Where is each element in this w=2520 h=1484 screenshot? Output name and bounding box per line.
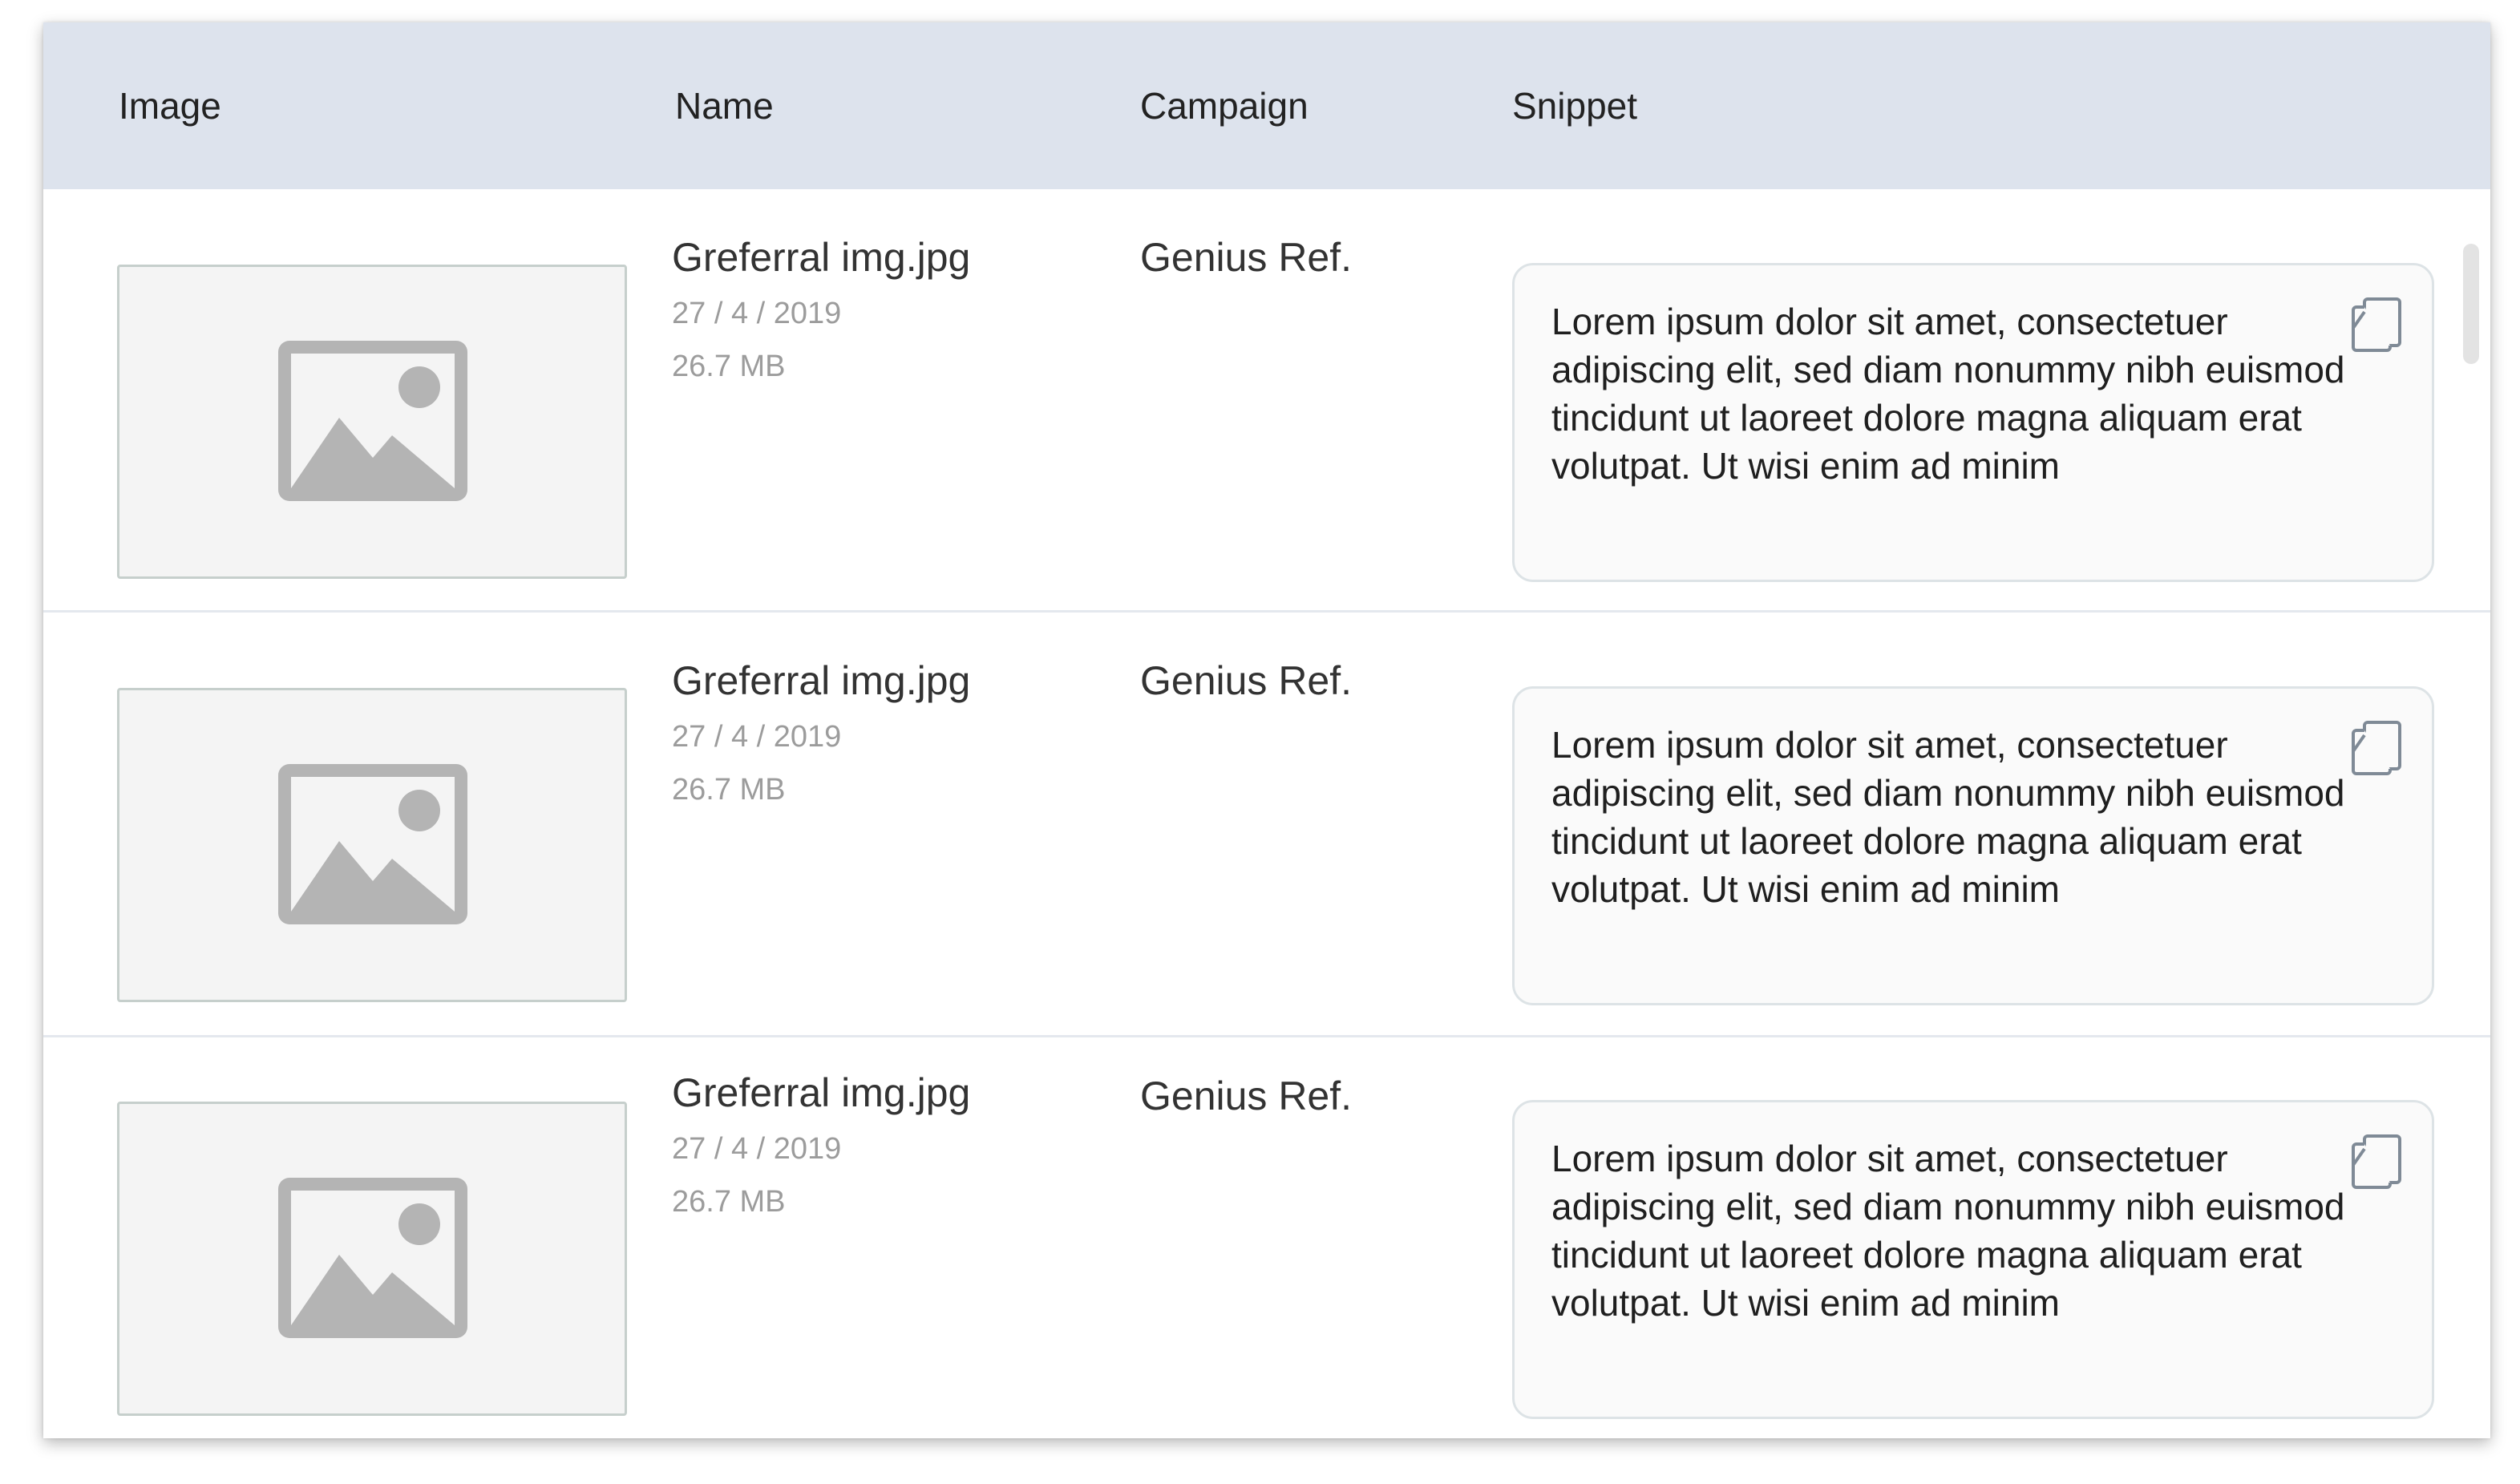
column-header-image[interactable]: Image bbox=[119, 84, 221, 127]
image-thumbnail[interactable] bbox=[117, 1102, 627, 1416]
copy-icon[interactable] bbox=[2350, 296, 2403, 354]
campaign-name: Genius Ref. bbox=[1140, 235, 1353, 280]
snippet-text: Lorem ipsum dolor sit amet, consectetuer… bbox=[1551, 724, 2345, 910]
file-size: 26.7 MB bbox=[672, 1185, 786, 1219]
file-name: Greferral img.jpg bbox=[672, 658, 971, 703]
copy-icon[interactable] bbox=[2350, 1133, 2403, 1191]
column-header-name[interactable]: Name bbox=[675, 84, 774, 127]
snippet-text: Lorem ipsum dolor sit amet, consectetuer… bbox=[1551, 301, 2345, 487]
column-header-campaign[interactable]: Campaign bbox=[1140, 84, 1309, 127]
media-table-card: Image Name Campaign Snippet Greferral im… bbox=[43, 22, 2490, 1438]
file-date: 27 / 4 / 2019 bbox=[672, 720, 842, 754]
table-row[interactable]: Greferral img.jpg 27 / 4 / 2019 26.7 MB … bbox=[43, 1037, 2490, 1438]
campaign-name: Genius Ref. bbox=[1140, 658, 1353, 703]
campaign-name: Genius Ref. bbox=[1140, 1074, 1353, 1118]
file-name: Greferral img.jpg bbox=[672, 235, 971, 280]
file-date: 27 / 4 / 2019 bbox=[672, 1132, 842, 1166]
file-size: 26.7 MB bbox=[672, 350, 786, 383]
file-size: 26.7 MB bbox=[672, 773, 786, 807]
table-row[interactable]: Greferral img.jpg 27 / 4 / 2019 26.7 MB … bbox=[43, 189, 2490, 613]
snippet-box: Lorem ipsum dolor sit amet, consectetuer… bbox=[1512, 1100, 2434, 1419]
file-date: 27 / 4 / 2019 bbox=[672, 297, 842, 330]
table-row[interactable]: Greferral img.jpg 27 / 4 / 2019 26.7 MB … bbox=[43, 613, 2490, 1037]
image-placeholder-icon bbox=[278, 1178, 467, 1338]
image-thumbnail[interactable] bbox=[117, 265, 627, 579]
vertical-scrollbar[interactable] bbox=[2463, 244, 2479, 364]
copy-icon[interactable] bbox=[2350, 719, 2403, 777]
snippet-box: Lorem ipsum dolor sit amet, consectetuer… bbox=[1512, 686, 2434, 1005]
image-placeholder-icon bbox=[278, 341, 467, 501]
file-name: Greferral img.jpg bbox=[672, 1070, 971, 1115]
snippet-text: Lorem ipsum dolor sit amet, consectetuer… bbox=[1551, 1138, 2345, 1324]
table-header: Image Name Campaign Snippet bbox=[43, 22, 2490, 189]
column-header-snippet[interactable]: Snippet bbox=[1512, 84, 1637, 127]
image-placeholder-icon bbox=[278, 764, 467, 924]
image-thumbnail[interactable] bbox=[117, 688, 627, 1002]
snippet-box: Lorem ipsum dolor sit amet, consectetuer… bbox=[1512, 263, 2434, 582]
